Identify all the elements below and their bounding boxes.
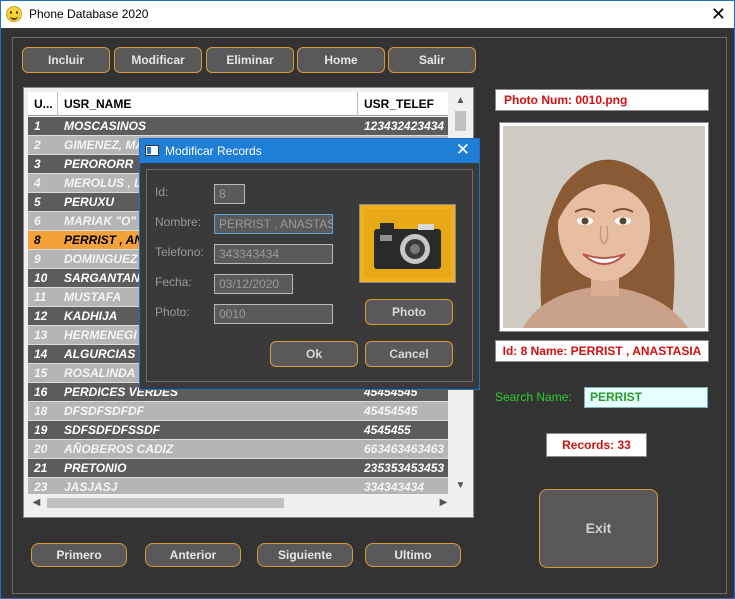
fecha-label: Fecha:: [155, 275, 192, 289]
modificar-dialog: Modificar Records ✕ Id: 8 Nombre: PERRIS…: [139, 138, 480, 390]
cell-id: 1: [34, 119, 41, 133]
cell-id: 5: [34, 195, 41, 209]
telefono-field[interactable]: 343343434: [214, 244, 333, 264]
cell-id: 21: [34, 461, 48, 475]
modificar-button[interactable]: Modificar: [114, 47, 202, 73]
scroll-up-icon[interactable]: ▲: [452, 92, 469, 109]
cell-id: 13: [34, 328, 48, 342]
cell-id: 2: [34, 138, 41, 152]
cell-telef: 235353453453: [364, 461, 445, 475]
column-header-name[interactable]: USR_NAME: [58, 92, 358, 116]
table-row[interactable]: 21 PRETONIO 235353453453: [28, 459, 448, 478]
nombre-label: Nombre:: [155, 215, 202, 229]
records-count: Records: 33: [546, 433, 647, 457]
camera-image: [359, 204, 456, 283]
nombre-field[interactable]: PERRIST , ANASTASIA: [214, 214, 333, 234]
dialog-close-icon[interactable]: ✕: [456, 140, 470, 160]
cell-name: PRETONIO: [64, 461, 127, 475]
column-header-telef[interactable]: USR_TELEF: [358, 92, 448, 116]
cell-telef: 45454545: [364, 404, 418, 418]
title-bar: Phone Database 2020 ✕: [1, 1, 734, 28]
scroll-thumb[interactable]: [455, 111, 466, 131]
dialog-title-bar: Modificar Records ✕: [140, 139, 479, 163]
dialog-body: Id: 8 Nombre: PERRIST , ANASTASIA Telefo…: [146, 169, 473, 382]
cell-telef: 4545455: [364, 423, 411, 437]
photo-label: Photo:: [155, 305, 190, 319]
cell-name: DFSDFSDFDF: [64, 404, 144, 418]
cell-id: 9: [34, 252, 41, 266]
cell-id: 15: [34, 366, 48, 380]
dialog-window-icon: [145, 145, 159, 156]
cell-id: 6: [34, 214, 41, 228]
cell-telef: 123432423434: [364, 119, 445, 133]
cell-name: AÑOBEROS CADIZ: [64, 442, 174, 456]
photo-number-label: Photo Num: 0010.png: [495, 89, 709, 111]
cancel-button[interactable]: Cancel: [365, 341, 453, 367]
cell-telef: 663463463463: [364, 442, 445, 456]
person-photo: [499, 122, 709, 332]
id-label: Id:: [155, 185, 169, 199]
table-row[interactable]: 1 MOSCASINOS 123432423434: [28, 117, 448, 136]
cell-name: MOSCASINOS: [64, 119, 147, 133]
camera-icon: [360, 205, 455, 282]
ultimo-button[interactable]: Ultimo: [365, 543, 461, 567]
cell-id: 19: [34, 423, 48, 437]
incluir-button[interactable]: Incluir: [22, 47, 110, 73]
cell-id: 4: [34, 176, 41, 190]
exit-button[interactable]: Exit: [539, 489, 658, 568]
cell-id: 8: [34, 233, 41, 247]
search-name-input[interactable]: PERRIST: [584, 387, 708, 408]
id-field[interactable]: 8: [214, 184, 245, 204]
column-header-id[interactable]: U...: [28, 92, 58, 116]
cell-id: 11: [34, 290, 47, 304]
telefono-label: Telefono:: [155, 245, 204, 259]
ok-button[interactable]: Ok: [270, 341, 358, 367]
table-row[interactable]: 20 AÑOBEROS CADIZ 663463463463: [28, 440, 448, 459]
cell-id: 3: [34, 157, 41, 171]
id-name-label: Id: 8 Name: PERRIST , ANASTASIA: [495, 340, 709, 362]
cell-id: 16: [34, 385, 48, 399]
cell-id: 18: [34, 404, 48, 418]
eliminar-button[interactable]: Eliminar: [206, 47, 294, 73]
search-name-label: Search Name:: [495, 390, 572, 404]
fecha-field[interactable]: 03/12/2020: [214, 274, 293, 294]
cell-id: 10: [34, 271, 48, 285]
anterior-button[interactable]: Anterior: [145, 543, 241, 567]
portrait-image: [503, 126, 705, 328]
main-window: Phone Database 2020 ✕ Incluir Modificar …: [0, 0, 735, 599]
siguiente-button[interactable]: Siguiente: [257, 543, 353, 567]
horizontal-scrollbar[interactable]: ◀ ▶: [28, 494, 452, 511]
smiley-icon: [6, 6, 22, 22]
table-row[interactable]: 18 DFSDFSDFDF 45454545: [28, 402, 448, 421]
home-button[interactable]: Home: [297, 47, 385, 73]
cell-id: 20: [34, 442, 48, 456]
salir-button[interactable]: Salir: [388, 47, 476, 73]
photo-button[interactable]: Photo: [365, 299, 453, 325]
window-title: Phone Database 2020: [29, 7, 149, 21]
scroll-down-icon[interactable]: ▼: [452, 477, 469, 494]
scroll-left-icon[interactable]: ◀: [28, 494, 45, 511]
hscroll-thumb[interactable]: [47, 498, 284, 508]
cell-name: SDFSDFDFSSDF: [64, 423, 160, 437]
cell-id: 12: [34, 309, 48, 323]
close-icon[interactable]: ✕: [711, 4, 726, 24]
photo-field[interactable]: 0010: [214, 304, 333, 324]
scroll-right-icon[interactable]: ▶: [435, 494, 452, 511]
primero-button[interactable]: Primero: [31, 543, 127, 567]
dialog-title: Modificar Records: [165, 144, 262, 158]
cell-id: 14: [34, 347, 48, 361]
grid-header: U... USR_NAME USR_TELEF: [28, 92, 448, 116]
table-row[interactable]: 19 SDFSDFDFSSDF 4545455: [28, 421, 448, 440]
